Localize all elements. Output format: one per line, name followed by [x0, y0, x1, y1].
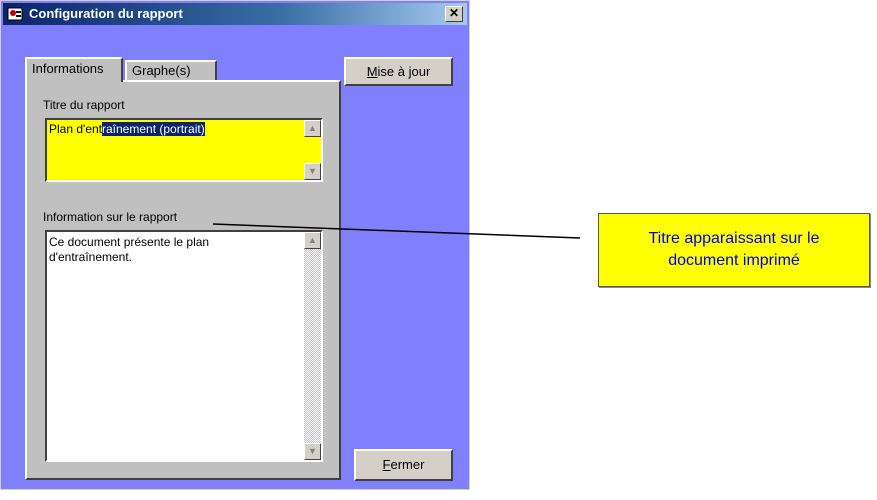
tab-informations[interactable]: Informations [25, 57, 123, 82]
tab-informations-label: Informations [32, 61, 104, 76]
callout-box: Titre apparaissant sur le document impri… [598, 213, 870, 287]
callout-line-1: Titre apparaissant sur le [648, 230, 820, 247]
callout-line [212, 223, 581, 239]
callout-line-2: document imprimé [668, 252, 800, 269]
